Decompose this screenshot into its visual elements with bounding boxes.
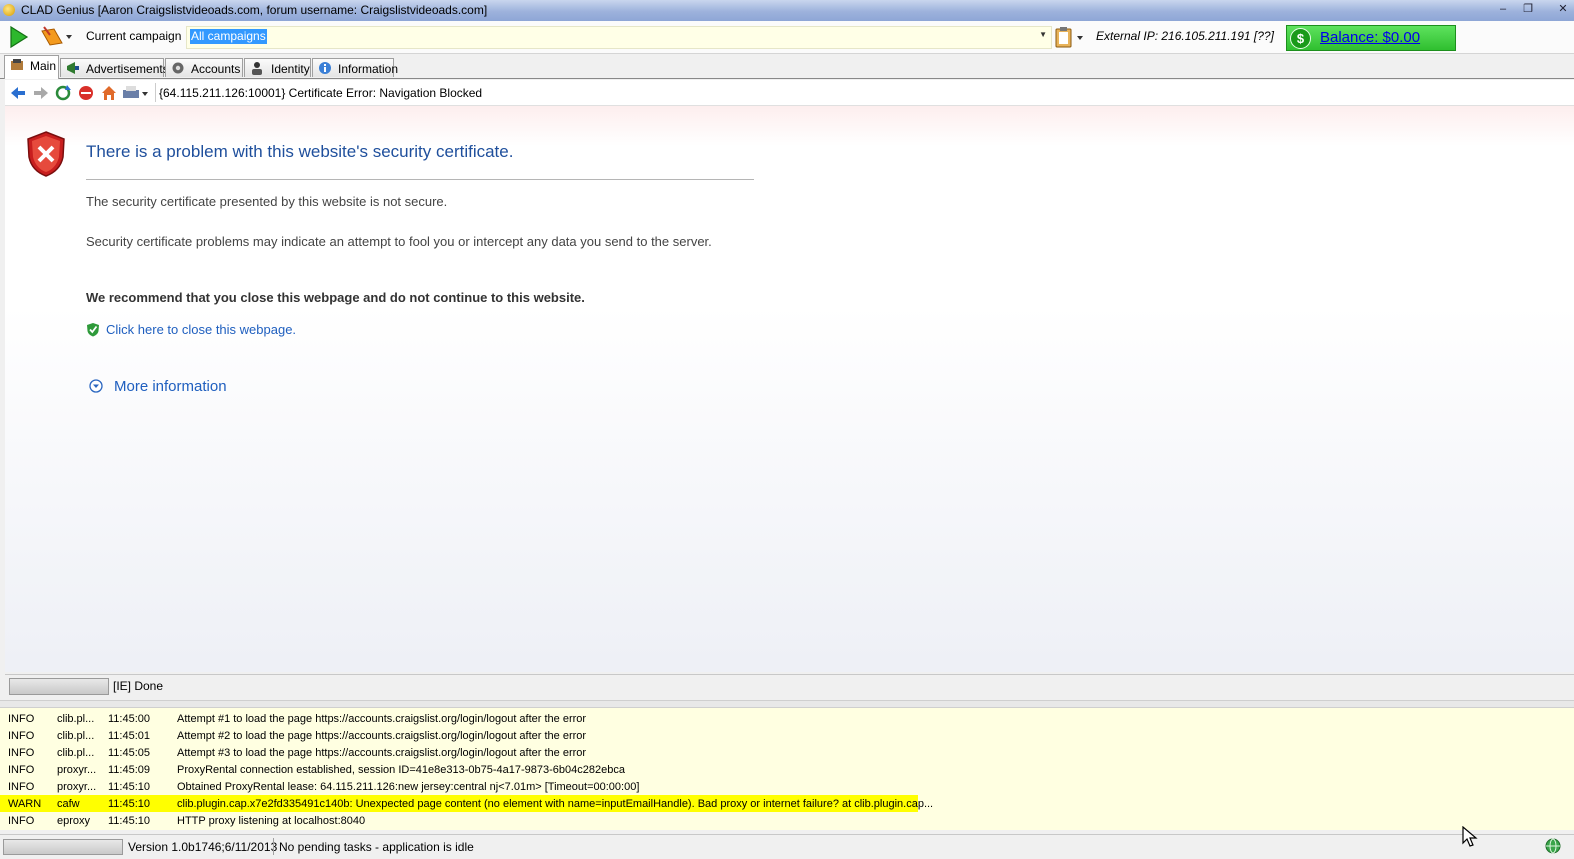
tab-accounts[interactable]: Accounts <box>165 58 243 77</box>
version-text: Version 1.0b1746;6/11/2013 <box>128 840 278 854</box>
clipboard-dropdown-button[interactable] <box>1054 26 1086 48</box>
log-row[interactable]: INFO clib.pl... 11:45:01 Attempt #2 to l… <box>0 727 1574 744</box>
log-panel: INFO clib.pl... 11:45:00 Attempt #1 to l… <box>0 708 1574 830</box>
stop-icon <box>79 86 93 100</box>
close-window-button[interactable]: ✕ <box>1552 2 1574 17</box>
green-shield-icon <box>87 323 99 337</box>
campaign-label: Current campaign <box>86 29 182 43</box>
balance-link[interactable]: Balance: $0.00 <box>1320 29 1420 46</box>
stop-button[interactable] <box>77 84 95 102</box>
refresh-icon <box>55 85 71 101</box>
window-title: CLAD Genius [Aaron Craigslistvideoads.co… <box>21 3 488 17</box>
info-bubble-icon <box>319 62 331 74</box>
app-status-bar: Version 1.0b1746;6/11/2013 No pending ta… <box>0 834 1574 859</box>
back-arrow-icon <box>11 87 25 99</box>
main-tabs: Main Advertisements Accounts Identity In… <box>0 54 1574 79</box>
dollar-icon: $ <box>1290 28 1311 49</box>
browser-status-text: [IE] Done <box>113 679 164 693</box>
minimize-button[interactable]: ‒ <box>1492 2 1514 17</box>
megaphone-icon <box>67 62 79 74</box>
title-bar: CLAD Genius [Aaron Craigslistvideoads.co… <box>0 0 1574 21</box>
nav-separator <box>155 83 156 102</box>
browser-nav-bar: {64.115.211.126:10001} Certificate Error… <box>5 80 1574 106</box>
title-divider <box>86 179 754 180</box>
forward-button[interactable] <box>32 84 50 102</box>
task-progress-bar <box>3 839 123 855</box>
back-button[interactable] <box>9 84 27 102</box>
home-button[interactable] <box>100 84 118 102</box>
log-row[interactable]: INFO clib.pl... 11:45:00 Attempt #1 to l… <box>0 710 1574 727</box>
log-row[interactable]: INFO proxyr... 11:45:09 ProxyRental conn… <box>0 761 1574 778</box>
address-text: {64.115.211.126:10001} Certificate Error… <box>159 86 483 100</box>
tab-identity[interactable]: Identity <box>244 58 311 77</box>
app-icon <box>3 4 15 16</box>
log-row[interactable]: INFO proxyr... 11:45:10 Obtained ProxyRe… <box>0 778 1574 795</box>
wand-icon <box>41 26 72 46</box>
tools-dropdown-button[interactable] <box>38 25 74 49</box>
campaign-select-value: All campaigns <box>190 29 267 44</box>
toolbar: Current campaign All campaigns ▼ Externa… <box>0 21 1574 54</box>
campaign-select[interactable]: All campaigns ▼ <box>186 26 1052 49</box>
page-title: There is a problem with this website's s… <box>86 142 514 161</box>
log-row[interactable]: INFO eproxy 11:45:10 HTTP proxy listenin… <box>0 812 1574 829</box>
printer-icon <box>123 86 148 98</box>
play-icon <box>10 25 29 49</box>
cert-recommendation: We recommend that you close this webpage… <box>86 290 585 305</box>
browser-status-bar: [IE] Done <box>5 674 1574 697</box>
balance-panel[interactable]: $ Balance: $0.00 <box>1286 25 1456 51</box>
browser-content: There is a problem with this website's s… <box>5 106 1574 672</box>
expand-circle-icon[interactable] <box>89 379 103 393</box>
status-separator <box>273 838 274 855</box>
close-webpage-link[interactable]: Click here to close this webpage. <box>106 322 296 337</box>
person-icon <box>252 62 262 75</box>
maximize-button[interactable]: ❐ <box>1517 2 1539 17</box>
cert-paragraph-2: Security certificate problems may indica… <box>86 234 712 249</box>
task-status-text: No pending tasks - application is idle <box>279 840 474 854</box>
tab-main[interactable]: Main <box>4 55 59 79</box>
print-dropdown-button[interactable] <box>122 84 150 102</box>
more-information-link[interactable]: More information <box>114 378 227 395</box>
gear-icon <box>172 62 184 74</box>
refresh-button[interactable] <box>54 84 72 102</box>
chevron-down-icon: ▼ <box>1039 30 1047 39</box>
mouse-cursor-icon <box>1462 826 1478 847</box>
tab-information[interactable]: Information <box>312 58 398 77</box>
log-row[interactable]: INFO clib.pl... 11:45:05 Attempt #3 to l… <box>0 744 1574 761</box>
clipboard-icon <box>1055 27 1083 48</box>
home-icon <box>102 86 116 100</box>
panel-splitter[interactable] <box>0 700 1574 708</box>
home-tab-icon <box>11 59 23 70</box>
start-button[interactable] <box>6 25 30 49</box>
external-ip: External IP: 216.105.211.191 [??] <box>1096 29 1274 43</box>
shield-error-icon <box>27 131 65 177</box>
cert-paragraph-1: The security certificate presented by th… <box>86 194 448 209</box>
globe-status-icon[interactable] <box>1545 838 1561 854</box>
log-row-warning[interactable]: WARN cafw 11:45:10 clib.plugin.cap.x7e2f… <box>0 795 933 812</box>
forward-arrow-icon <box>34 87 48 99</box>
browser-progress-bar <box>9 678 109 695</box>
tab-advertisements[interactable]: Advertisements <box>60 58 169 77</box>
